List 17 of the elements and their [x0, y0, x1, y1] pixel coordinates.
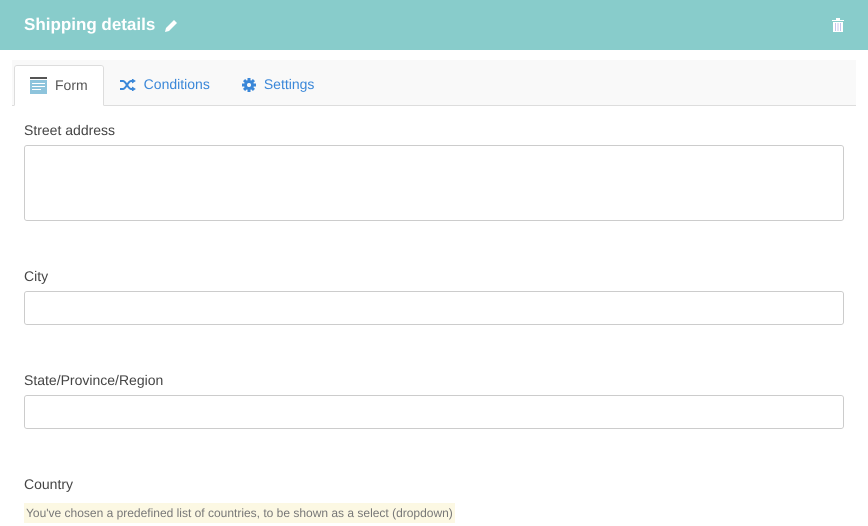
shuffle-icon: [120, 78, 136, 90]
field-label: City: [24, 268, 50, 284]
tab[interactable]: Conditions: [104, 64, 226, 105]
pencil-icon[interactable]: [165, 18, 178, 32]
gear-icon: [242, 78, 256, 92]
info-note: You've chosen a predefined list of countries, to be shown as a select (dropdown): [24, 503, 455, 523]
document-icon: [30, 77, 47, 94]
tab[interactable]: Settings: [226, 64, 330, 105]
field-label: State/Province/Region: [24, 372, 164, 388]
text-area[interactable]: [24, 145, 844, 221]
input-field[interactable]: [24, 291, 844, 325]
form-title: Shipping details: [24, 14, 156, 36]
field-label: Country: [24, 476, 74, 492]
trash-icon[interactable]: [832, 18, 844, 32]
field-label: Street address: [24, 122, 116, 138]
tab[interactable]: Form: [14, 65, 104, 106]
input-field[interactable]: [24, 395, 844, 429]
